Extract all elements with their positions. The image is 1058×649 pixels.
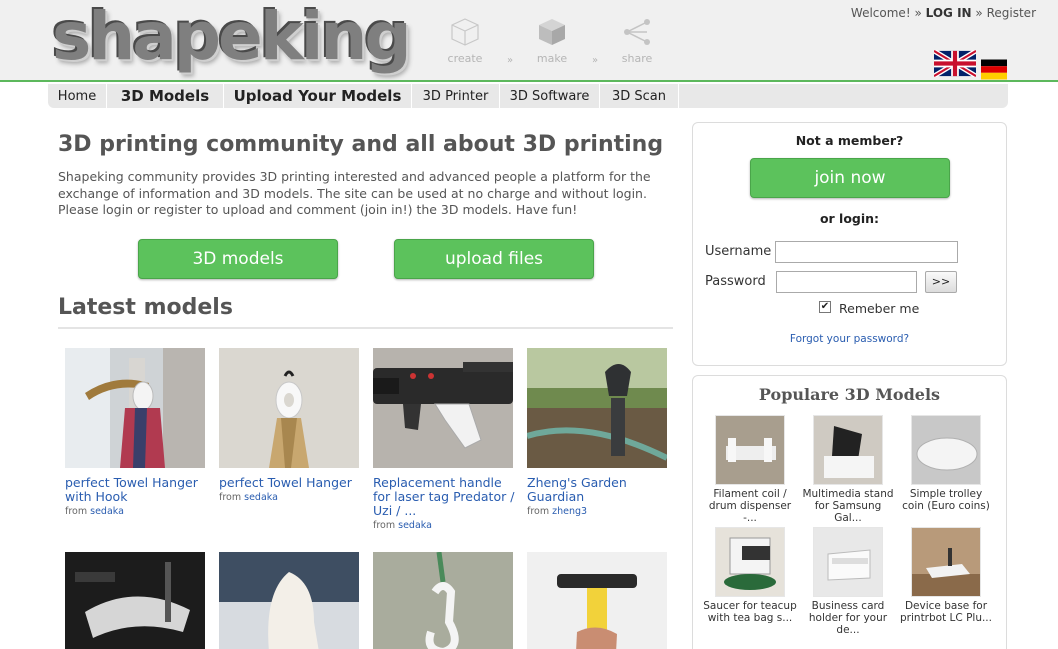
popular-thumbnail[interactable] <box>813 527 883 597</box>
popular-title[interactable]: Filament coil / drum dispenser -... <box>703 488 797 524</box>
popular-item[interactable]: Saucer for teacup with tea bag s... <box>703 527 797 624</box>
step-create[interactable]: create <box>440 16 490 65</box>
upload-files-button[interactable]: upload files <box>394 239 594 279</box>
nav-3d-software[interactable]: 3D Software <box>500 84 600 108</box>
top-user-nav: Welcome! » LOG IN » Register <box>851 6 1036 20</box>
step-share[interactable]: share <box>612 16 662 65</box>
model-card[interactable] <box>219 552 364 649</box>
model-author: from sedaka <box>65 506 210 517</box>
latest-models-heading: Latest models <box>58 295 233 320</box>
remember-me-label[interactable]: Remeber me <box>839 301 919 316</box>
step-make[interactable]: make <box>527 16 577 65</box>
author-link[interactable]: zheng3 <box>552 506 587 517</box>
model-card[interactable] <box>373 552 518 649</box>
author-link[interactable]: sedaka <box>398 520 432 531</box>
model-author: from zheng3 <box>527 506 672 517</box>
cube-outline-icon <box>451 18 479 46</box>
model-thumbnail[interactable] <box>373 552 513 649</box>
cube-solid-icon <box>539 19 565 45</box>
join-now-button[interactable]: join now <box>750 158 950 198</box>
popular-title[interactable]: Business card holder for your de... <box>801 600 895 636</box>
welcome-text: Welcome! <box>850 6 911 20</box>
login-panel: Not a member? join now or login: Usernam… <box>692 122 1007 366</box>
model-card[interactable] <box>527 552 672 649</box>
nav-3d-models[interactable]: 3D Models <box>107 84 224 108</box>
password-input[interactable] <box>776 271 917 293</box>
step-create-label: create <box>447 52 483 65</box>
popular-models-panel: Populare 3D Models Filament coil / drum … <box>692 375 1007 649</box>
model-title[interactable]: Replacement handle for laser tag Predato… <box>373 476 518 518</box>
from-label: from <box>219 492 242 503</box>
popular-title[interactable]: Saucer for teacup with tea bag s... <box>703 600 797 624</box>
nav-upload-your-models[interactable]: Upload Your Models <box>224 84 412 108</box>
popular-item[interactable]: Simple trolley coin (Euro coins) <box>899 415 993 512</box>
popular-thumbnail[interactable] <box>911 527 981 597</box>
model-thumbnail[interactable] <box>65 552 205 649</box>
forgot-password-link[interactable]: Forgot your password? <box>693 333 1006 345</box>
model-thumbnail[interactable] <box>373 348 513 468</box>
uk-flag-icon[interactable] <box>934 50 976 77</box>
login-link[interactable]: LOG IN <box>926 6 972 20</box>
main-navigation: Home 3D Models Upload Your Models 3D Pri… <box>48 84 1008 108</box>
site-logo[interactable]: shapeking <box>52 0 412 75</box>
model-thumbnail[interactable] <box>65 348 205 468</box>
username-input[interactable] <box>775 241 958 263</box>
popular-item[interactable]: Multimedia stand for Samsung Gal... <box>801 415 895 524</box>
step-make-label: make <box>536 52 568 65</box>
model-card[interactable]: perfect Towel Hanger with Hook from seda… <box>65 348 210 517</box>
divider <box>58 327 673 329</box>
model-card[interactable] <box>65 552 210 649</box>
model-thumbnail[interactable] <box>219 552 359 649</box>
popular-title[interactable]: Device base for printrbot LC Plu... <box>899 600 993 624</box>
3d-models-button[interactable]: 3D models <box>138 239 338 279</box>
model-card[interactable]: perfect Towel Hanger from sedaka <box>219 348 364 503</box>
from-label: from <box>373 520 396 531</box>
author-link[interactable]: sedaka <box>244 492 278 503</box>
model-title[interactable]: perfect Towel Hanger <box>219 476 364 490</box>
model-card[interactable]: Replacement handle for laser tag Predato… <box>373 348 518 531</box>
popular-thumbnail[interactable] <box>813 415 883 485</box>
model-card[interactable]: Zheng's Garden Guardian from zheng3 <box>527 348 672 517</box>
step-separator: » <box>592 55 599 66</box>
nav-3d-scan[interactable]: 3D Scan <box>600 84 679 108</box>
not-member-text: Not a member? <box>795 133 904 148</box>
remember-me-checkbox[interactable]: ✔ <box>819 301 831 313</box>
model-author: from sedaka <box>219 492 364 503</box>
nav-separator: » <box>914 6 922 20</box>
from-label: from <box>527 506 550 517</box>
nav-home[interactable]: Home <box>48 84 107 108</box>
step-share-label: share <box>621 52 653 65</box>
header: shapeking create » make » share Welcome!… <box>0 0 1058 82</box>
popular-models-heading: Populare 3D Models <box>758 385 941 404</box>
model-author: from sedaka <box>373 520 518 531</box>
popular-item[interactable]: Device base for printrbot LC Plu... <box>899 527 993 624</box>
popular-thumbnail[interactable] <box>715 527 785 597</box>
model-title[interactable]: perfect Towel Hanger with Hook <box>65 476 210 504</box>
model-thumbnail[interactable] <box>527 348 667 468</box>
or-login-text: or login: <box>819 211 880 226</box>
step-separator: » <box>507 55 514 66</box>
popular-thumbnail[interactable] <box>911 415 981 485</box>
german-flag-icon[interactable] <box>981 56 1007 83</box>
popular-title[interactable]: Multimedia stand for Samsung Gal... <box>801 488 895 524</box>
model-thumbnail[interactable] <box>219 348 359 468</box>
popular-item[interactable]: Filament coil / drum dispenser -... <box>703 415 797 524</box>
register-link[interactable]: Register <box>987 6 1036 20</box>
popular-item[interactable]: Business card holder for your de... <box>801 527 895 636</box>
nav-3d-printer[interactable]: 3D Printer <box>412 84 500 108</box>
popular-thumbnail[interactable] <box>715 415 785 485</box>
page-title: 3D printing community and all about 3D p… <box>58 132 664 157</box>
password-label: Password <box>705 274 766 289</box>
username-label: Username <box>705 244 772 259</box>
model-thumbnail[interactable] <box>527 552 667 649</box>
login-submit-button[interactable]: >> <box>925 271 957 293</box>
nav-separator: » <box>975 6 983 20</box>
share-icon <box>624 19 650 45</box>
model-title[interactable]: Zheng's Garden Guardian <box>527 476 672 504</box>
from-label: from <box>65 506 88 517</box>
intro-text: Shapeking community provides 3D printing… <box>58 169 651 217</box>
popular-title[interactable]: Simple trolley coin (Euro coins) <box>899 488 993 512</box>
author-link[interactable]: sedaka <box>90 506 124 517</box>
